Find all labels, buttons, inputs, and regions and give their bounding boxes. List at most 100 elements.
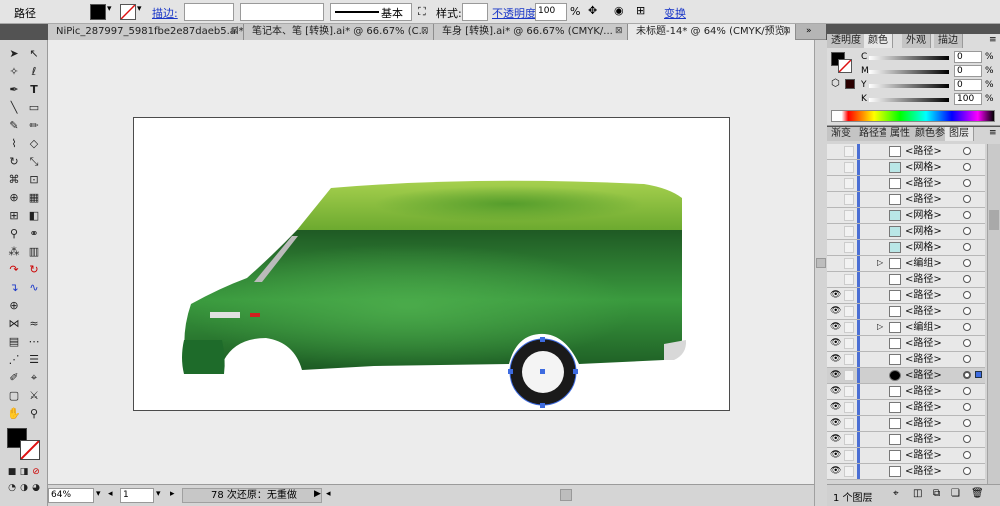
visibility-toggle[interactable] xyxy=(830,258,841,269)
target-icon[interactable] xyxy=(963,323,971,331)
delete-icon[interactable]: 🗑 xyxy=(971,488,984,499)
lock-toggle[interactable] xyxy=(844,450,854,461)
free-transform-icon[interactable]: ⊡ xyxy=(25,172,43,188)
transform-link[interactable]: 变换 xyxy=(664,5,686,21)
stroke-color-box[interactable] xyxy=(20,440,40,460)
stroke-swatch[interactable] xyxy=(120,4,136,20)
stroke-weight-field[interactable] xyxy=(184,3,234,21)
layer-row[interactable]: 👁 ▷ <编组> xyxy=(827,320,985,336)
panel-menu-icon[interactable]: ≡ xyxy=(989,128,997,138)
pencil-tool-icon[interactable]: ✏ xyxy=(25,118,43,134)
close-icon[interactable]: ⊠ xyxy=(783,27,792,36)
clipping-mask-icon[interactable]: ◫ xyxy=(913,488,922,499)
red-curve-tool-icon[interactable]: ↻ xyxy=(25,262,43,278)
target-icon[interactable] xyxy=(963,259,971,267)
visibility-toggle[interactable] xyxy=(830,194,841,205)
layer-row[interactable]: <路径> xyxy=(827,192,985,208)
panel-menu-icon[interactable]: ≡ xyxy=(989,35,997,45)
line-tool-icon[interactable]: ╲ xyxy=(5,100,23,116)
lock-toggle[interactable] xyxy=(844,402,854,413)
layer-row[interactable]: 👁 <路径> xyxy=(827,288,985,304)
eyedropper-2-icon[interactable]: ✐ xyxy=(5,370,23,386)
red-anchor-tool-icon[interactable]: ↷ xyxy=(5,262,23,278)
style-dropdown[interactable] xyxy=(462,3,488,21)
slider-c[interactable] xyxy=(869,56,949,60)
layer-row[interactable]: 👁 <路径> xyxy=(827,400,985,416)
layer-row[interactable]: <网格> xyxy=(827,160,985,176)
out-of-gamut-swatch[interactable] xyxy=(845,79,855,89)
layer-row[interactable]: <路径> xyxy=(827,176,985,192)
status-menu-icon[interactable]: ▶ xyxy=(314,489,321,499)
lock-toggle[interactable] xyxy=(844,354,854,365)
slider-m[interactable] xyxy=(869,70,949,74)
target-icon[interactable] xyxy=(963,403,971,411)
column-graph-icon[interactable]: ▥ xyxy=(25,244,43,260)
mesh-tool-icon[interactable]: ⊞ xyxy=(5,208,23,224)
anchor-point-bottom[interactable] xyxy=(540,403,545,408)
blend-tool-icon[interactable]: ⚭ xyxy=(25,226,43,242)
type-tool-icon[interactable]: T xyxy=(25,82,43,98)
tab-stroke[interactable]: 描边 xyxy=(934,34,963,48)
eraser-tool-icon[interactable]: ◇ xyxy=(25,136,43,152)
scroll-left-icon[interactable]: ◂ xyxy=(326,489,331,499)
gradient-tool-icon[interactable]: ◧ xyxy=(25,208,43,224)
vertical-scrollbar[interactable] xyxy=(814,40,827,506)
next-page-icon[interactable]: ▸ xyxy=(170,489,175,499)
channel-y-value[interactable]: 0 xyxy=(954,79,982,91)
target-icon[interactable] xyxy=(963,371,971,379)
target-icon[interactable] xyxy=(963,387,971,395)
eye-icon[interactable]: 👁 xyxy=(830,466,841,477)
panel-stroke-swatch[interactable] xyxy=(838,59,852,73)
eye-icon[interactable]: 👁 xyxy=(830,322,841,333)
lock-toggle[interactable] xyxy=(844,290,854,301)
eye-icon[interactable]: 👁 xyxy=(830,338,841,349)
lock-toggle[interactable] xyxy=(844,258,854,269)
lock-toggle[interactable] xyxy=(844,210,854,221)
eye-icon[interactable]: 👁 xyxy=(830,290,841,301)
layer-row[interactable]: ▷ <编组> xyxy=(827,256,985,272)
channel-m-value[interactable]: 0 xyxy=(954,65,982,77)
target-icon[interactable] xyxy=(963,147,971,155)
tab-layers[interactable]: 图层 xyxy=(945,127,974,141)
target-icon[interactable] xyxy=(963,435,971,443)
layer-row[interactable]: 👁 <路径> xyxy=(827,416,985,432)
stroke-dropdown-icon[interactable]: ▾ xyxy=(137,4,142,14)
lock-toggle[interactable] xyxy=(844,242,854,253)
align-stroke-icon[interactable]: ⛶ xyxy=(418,5,426,19)
stroke-link[interactable]: 描边: xyxy=(152,5,178,21)
target-icon[interactable] xyxy=(963,339,971,347)
lock-toggle[interactable] xyxy=(844,322,854,333)
fill-swatch[interactable] xyxy=(90,4,106,20)
layers-scroll-thumb[interactable] xyxy=(989,210,999,230)
tab-document-4[interactable]: 未标题-14* @ 64% (CMYK/预览) ⊠ xyxy=(628,24,796,40)
channel-c-value[interactable]: 0 xyxy=(954,51,982,63)
layer-row[interactable]: <路径> xyxy=(827,272,985,288)
lasso-tool-icon[interactable]: ℓ xyxy=(25,64,43,80)
lock-toggle[interactable] xyxy=(844,466,854,477)
target-icon[interactable] xyxy=(963,275,971,283)
close-icon[interactable]: ⊠ xyxy=(421,27,430,36)
align-icon[interactable]: ⊞ xyxy=(636,4,645,17)
paintbrush-icon[interactable]: ✎ xyxy=(5,118,23,134)
live-paint-icon[interactable]: ▦ xyxy=(25,190,43,206)
layer-row[interactable]: 👁 <路径> xyxy=(827,384,985,400)
lock-toggle[interactable] xyxy=(844,178,854,189)
eye-icon[interactable]: 👁 xyxy=(830,354,841,365)
visibility-toggle[interactable] xyxy=(830,274,841,285)
lock-toggle[interactable] xyxy=(844,338,854,349)
slider-y[interactable] xyxy=(869,84,949,88)
none-mode-icon[interactable]: ⊘ xyxy=(27,464,45,480)
lock-toggle[interactable] xyxy=(844,226,854,237)
page-dropdown-icon[interactable]: ▾ xyxy=(156,489,161,499)
fill-dropdown-icon[interactable]: ▾ xyxy=(107,4,112,14)
artboard-tool-icon[interactable]: ▢ xyxy=(5,388,23,404)
tab-document-3[interactable]: 车身 [转换].ai* @ 66.67% (CMYK/... ⊠ xyxy=(434,24,628,40)
lock-toggle[interactable] xyxy=(844,194,854,205)
selection-center-point[interactable] xyxy=(540,369,545,374)
layer-row[interactable]: <路径> xyxy=(827,144,985,160)
list-tool-icon[interactable]: ☰ xyxy=(25,352,43,368)
selection-tool-icon[interactable]: ➤ xyxy=(5,46,23,62)
slider-k[interactable] xyxy=(869,98,949,102)
artboard[interactable] xyxy=(133,117,730,411)
target-icon[interactable] xyxy=(963,451,971,459)
